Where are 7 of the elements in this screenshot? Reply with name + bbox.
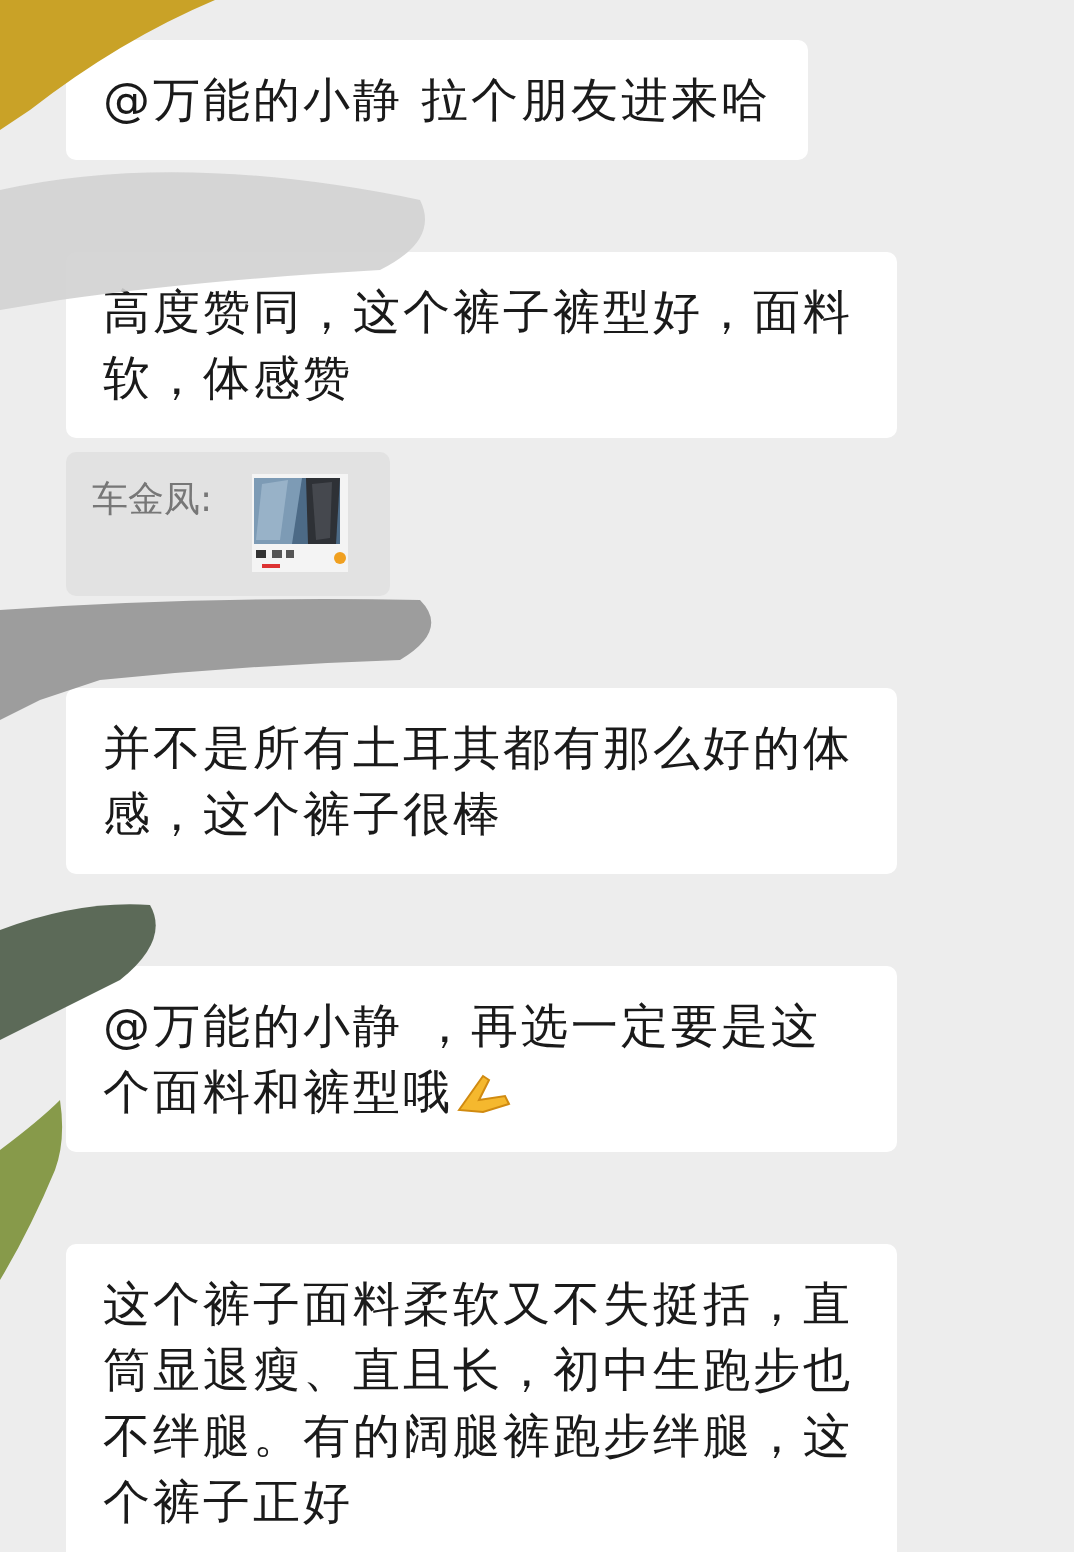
message-bubble: 这个裤子面料柔软又不失挺括，直筒显退瘦、直且长，初中生跑步也不绊腿。有的阔腿裤跑步绊腿，这个裤子正好 <box>66 1244 897 1552</box>
quote-author: 车金凤: <box>92 477 213 521</box>
message-bubble: @万能的小静 ，再选一定要是这个面料和裤型哦 <box>66 966 897 1152</box>
message-bubble: @万能的小静 拉个朋友进来哈 <box>66 40 808 160</box>
message-bubble: 高度赞同，这个裤子裤型好，面料软，体感赞 <box>66 252 897 438</box>
message-bubble: 并不是所有土耳其都有那么好的体感，这个裤子很棒 <box>66 688 897 874</box>
quoted-message[interactable]: 车金凤: <box>66 452 390 596</box>
